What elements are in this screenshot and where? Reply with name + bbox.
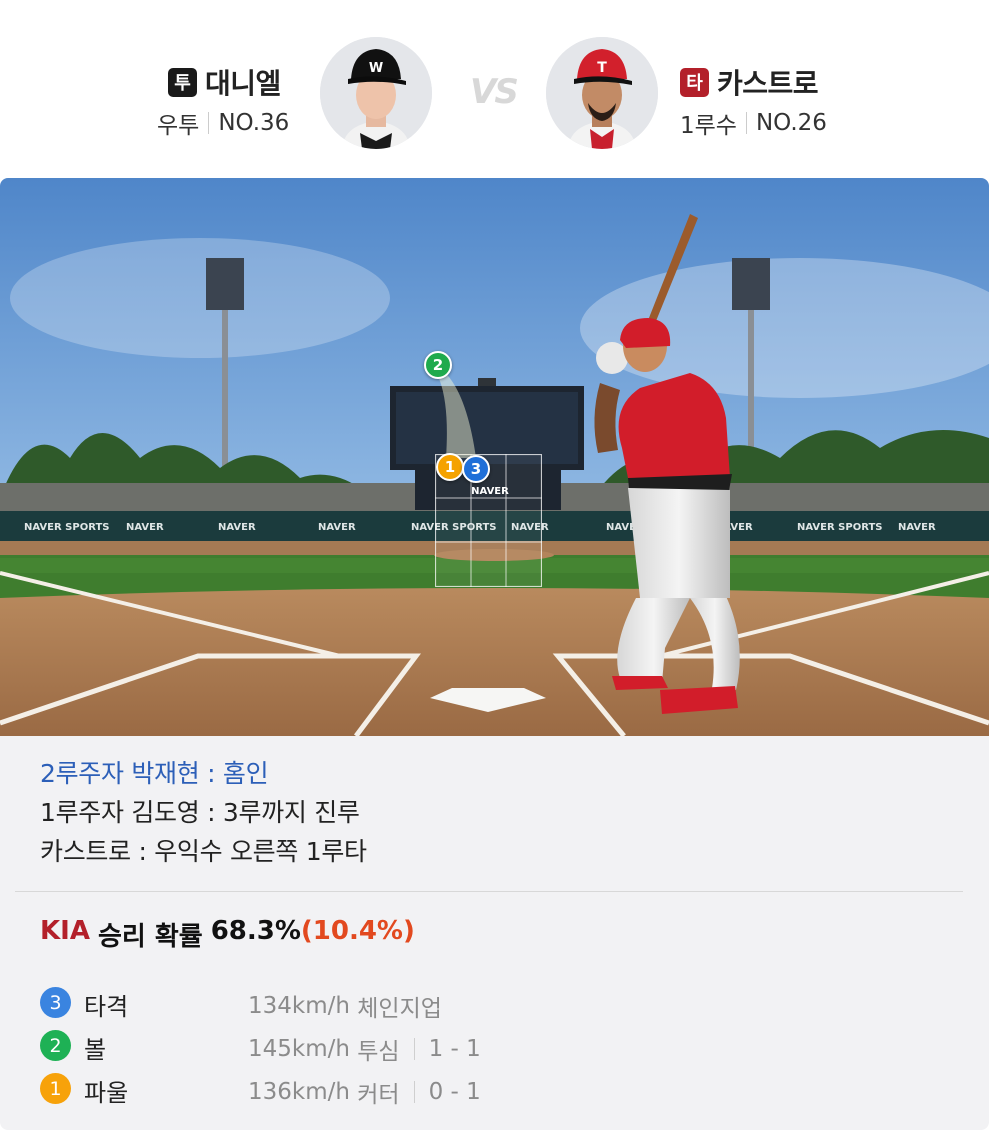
win-prob-value: 68.3% — [210, 916, 301, 946]
wall-ad: NAVER — [218, 522, 256, 533]
pitch-speed: 136km/h — [248, 1079, 350, 1105]
batter-role-badge: 타 — [680, 67, 709, 97]
divider — [15, 891, 963, 892]
meta-separator — [208, 112, 210, 134]
batter-name-row: 타 카스트로 — [680, 62, 819, 102]
pitch-type: 커터 — [357, 1082, 400, 1108]
pitch-type: 투심 — [357, 1039, 400, 1065]
wall-ad: NAVER SPORTS — [797, 522, 883, 533]
batter-meta: 1루수 NO.26 — [680, 106, 827, 140]
pitch-row[interactable]: 2 볼 145km/h 투심 1 - 1 — [40, 1030, 640, 1065]
batter-name[interactable]: 카스트로 — [717, 62, 819, 102]
pitch-result: 볼 — [84, 1036, 107, 1064]
count-separator — [413, 1081, 415, 1103]
win-prob-team: KIA — [40, 916, 90, 946]
vs-label: VS — [470, 72, 519, 112]
wall-ad: NAVER SPORTS — [24, 522, 110, 533]
pitch-row[interactable]: 1 파울 136km/h 커터 0 - 1 — [40, 1073, 640, 1108]
pitch-speed: 145km/h — [248, 1036, 350, 1062]
count-separator — [413, 1038, 415, 1060]
pitch-number-badge: 2 — [40, 1030, 71, 1061]
pitch-result: 파울 — [84, 1079, 129, 1107]
play-description-line: 2루주자 박재현 : 홈인 — [40, 759, 269, 788]
pitch-number-badge: 3 — [40, 987, 71, 1018]
batter-position: 1루수 — [680, 113, 737, 139]
pitch-result: 타격 — [84, 993, 129, 1021]
pitcher-avatar[interactable]: W — [320, 37, 432, 149]
pitch-count: 1 - 1 — [428, 1036, 481, 1062]
pitcher-role-badge: 투 — [168, 67, 197, 97]
win-probability: KIA 승리 확률 68.3% (10.4%) — [40, 916, 415, 953]
batter-number: NO.26 — [755, 110, 827, 136]
win-prob-label: 승리 확률 — [97, 922, 203, 952]
pitcher-meta: 우투 NO.36 — [157, 106, 289, 140]
play-description-line: 1루주자 김도영 : 3루까지 진루 — [40, 798, 360, 827]
svg-text:W: W — [369, 61, 383, 76]
svg-text:T: T — [597, 60, 607, 76]
pitch-speed: 134km/h — [248, 993, 350, 1019]
pitch-detail: 134km/h 체인지업 — [248, 989, 442, 1023]
wall-ad: NAVER — [126, 522, 164, 533]
pitch-marker-1[interactable]: 1 — [436, 453, 464, 481]
pitcher-number: NO.36 — [218, 110, 290, 136]
field-scene: NAVER NAVER SPORTS NAVER NAVER NAVER NAV… — [0, 178, 989, 736]
pitch-marker-3[interactable]: 3 — [462, 455, 490, 483]
wall-ad: NAVER — [898, 522, 936, 533]
play-info-panel: 2루주자 박재현 : 홈인 1루주자 김도영 : 3루까지 진루 카스트로 : … — [0, 736, 989, 1130]
pitcher-name-row: 투 대니엘 — [168, 62, 281, 102]
pitch-marker-2[interactable]: 2 — [424, 351, 452, 379]
pitch-type: 체인지업 — [357, 996, 442, 1022]
win-prob-change: (10.4%) — [300, 916, 415, 946]
pitcher-photo: W — [320, 37, 432, 149]
wall-ad: NAVER — [318, 522, 356, 533]
matchup-header: 투 대니엘 우투 NO.36 W VS T 타 카스트로 1루수 NO.26 — [0, 0, 999, 178]
pitch-detail: 136km/h 커터 0 - 1 — [248, 1075, 481, 1109]
play-description-line: 카스트로 : 우익수 오른쪽 1루타 — [40, 837, 367, 866]
pitch-number-badge: 1 — [40, 1073, 71, 1104]
pitcher-throws: 우투 — [157, 113, 200, 139]
pitcher-name[interactable]: 대니엘 — [205, 62, 281, 102]
batter-photo: T — [546, 37, 658, 149]
pitch-detail: 145km/h 투심 1 - 1 — [248, 1032, 481, 1066]
pitch-row[interactable]: 3 타격 134km/h 체인지업 — [40, 987, 640, 1022]
meta-separator — [745, 112, 747, 134]
pitch-count: 0 - 1 — [428, 1079, 481, 1105]
batter-avatar[interactable]: T — [546, 37, 658, 149]
